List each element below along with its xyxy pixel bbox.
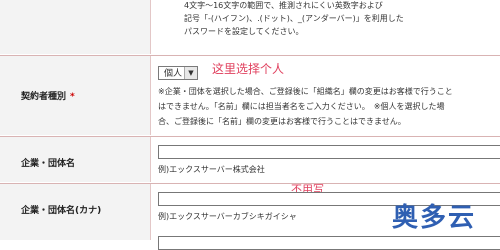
password-note-line: パスワードを設定してください。 (184, 27, 304, 36)
contract-type-note: ※企業・団体を選択した場合、ご登録後に「組織名」欄の変更はお客様で行うこと はで… (158, 84, 498, 129)
company-name-input[interactable] (158, 145, 500, 159)
company-kana-label: 企業・団体名(カナ) (21, 206, 102, 216)
company-name-content: 例)エックスサーバー株式会社 (154, 137, 500, 182)
registration-form: 4文字～16文字の範囲で、推測されにくい英数字および 記号「-(ハイフン)、.(… (0, 0, 500, 250)
contract-type-select-value: 個人 (164, 69, 183, 79)
annotation-select-personal: 这里选择个人 (212, 62, 285, 76)
company-name-example: 例)エックスサーバー株式会社 (158, 165, 265, 174)
contract-type-content: 個人 ▼ 这里选择个人 ※企業・団体を選択した場合、ご登録後に「組織名」欄の変更… (154, 56, 496, 135)
password-note-line: 4文字～16文字の範囲で、推測されにくい英数字および (184, 1, 383, 10)
contract-type-label: 契約者種別 * (21, 89, 75, 102)
contract-type-note-line: ※企業・団体を選択した場合、ご登録後に「組織名」欄の変更はお客様で行うこと (158, 87, 453, 96)
contract-type-row: 契約者種別 * 個人 ▼ 这里选择个人 ※企業・団体を選択した場合、ご登録後に「組… (0, 56, 500, 135)
company-kana-label-cell: 企業・団体名(カナ) (0, 184, 151, 240)
company-name-label: 企業・団体名 (21, 159, 76, 169)
company-kana-example: 例)エックスサーバーカブシキガイシャ (158, 212, 297, 221)
company-name-label-cell: 企業・団体名 (0, 137, 151, 182)
password-note-line: 記号「-(ハイフン)、.(ドット)、_(アンダーバー)」を利用した (184, 14, 404, 23)
watermark-logo: 奥多云 (391, 203, 476, 233)
password-note: 4文字～16文字の範囲で、推測されにくい英数字および 記号「-(ハイフン)、.(… (184, 0, 500, 38)
contract-type-label-cell: 契約者種別 * (0, 56, 151, 135)
password-row: 4文字～16文字の範囲で、推測されにくい英数字および 記号「-(ハイフン)、.(… (0, 0, 500, 54)
password-label-cell (0, 0, 151, 54)
contract-type-label-text: 契約者種別 (21, 92, 67, 102)
company-name-row: 企業・団体名 例)エックスサーバー株式会社 (0, 137, 500, 182)
chevron-down-icon[interactable]: ▼ (184, 67, 197, 79)
contract-type-select[interactable]: 個人 ▼ (158, 66, 198, 80)
contract-type-note-line: 合、ご登録後に「名前」欄の変更はお客様で行うことはできません。 (158, 117, 406, 126)
contract-type-note-line: はできません。「名前」欄には担当者名をご入力ください。 ※個人を選択した場 (158, 102, 445, 111)
next-field-input[interactable] (158, 236, 500, 250)
required-mark: * (70, 92, 75, 102)
password-content: 4文字～16文字の範囲で、推測されにくい英数字および 記号「-(ハイフン)、.(… (154, 0, 496, 54)
